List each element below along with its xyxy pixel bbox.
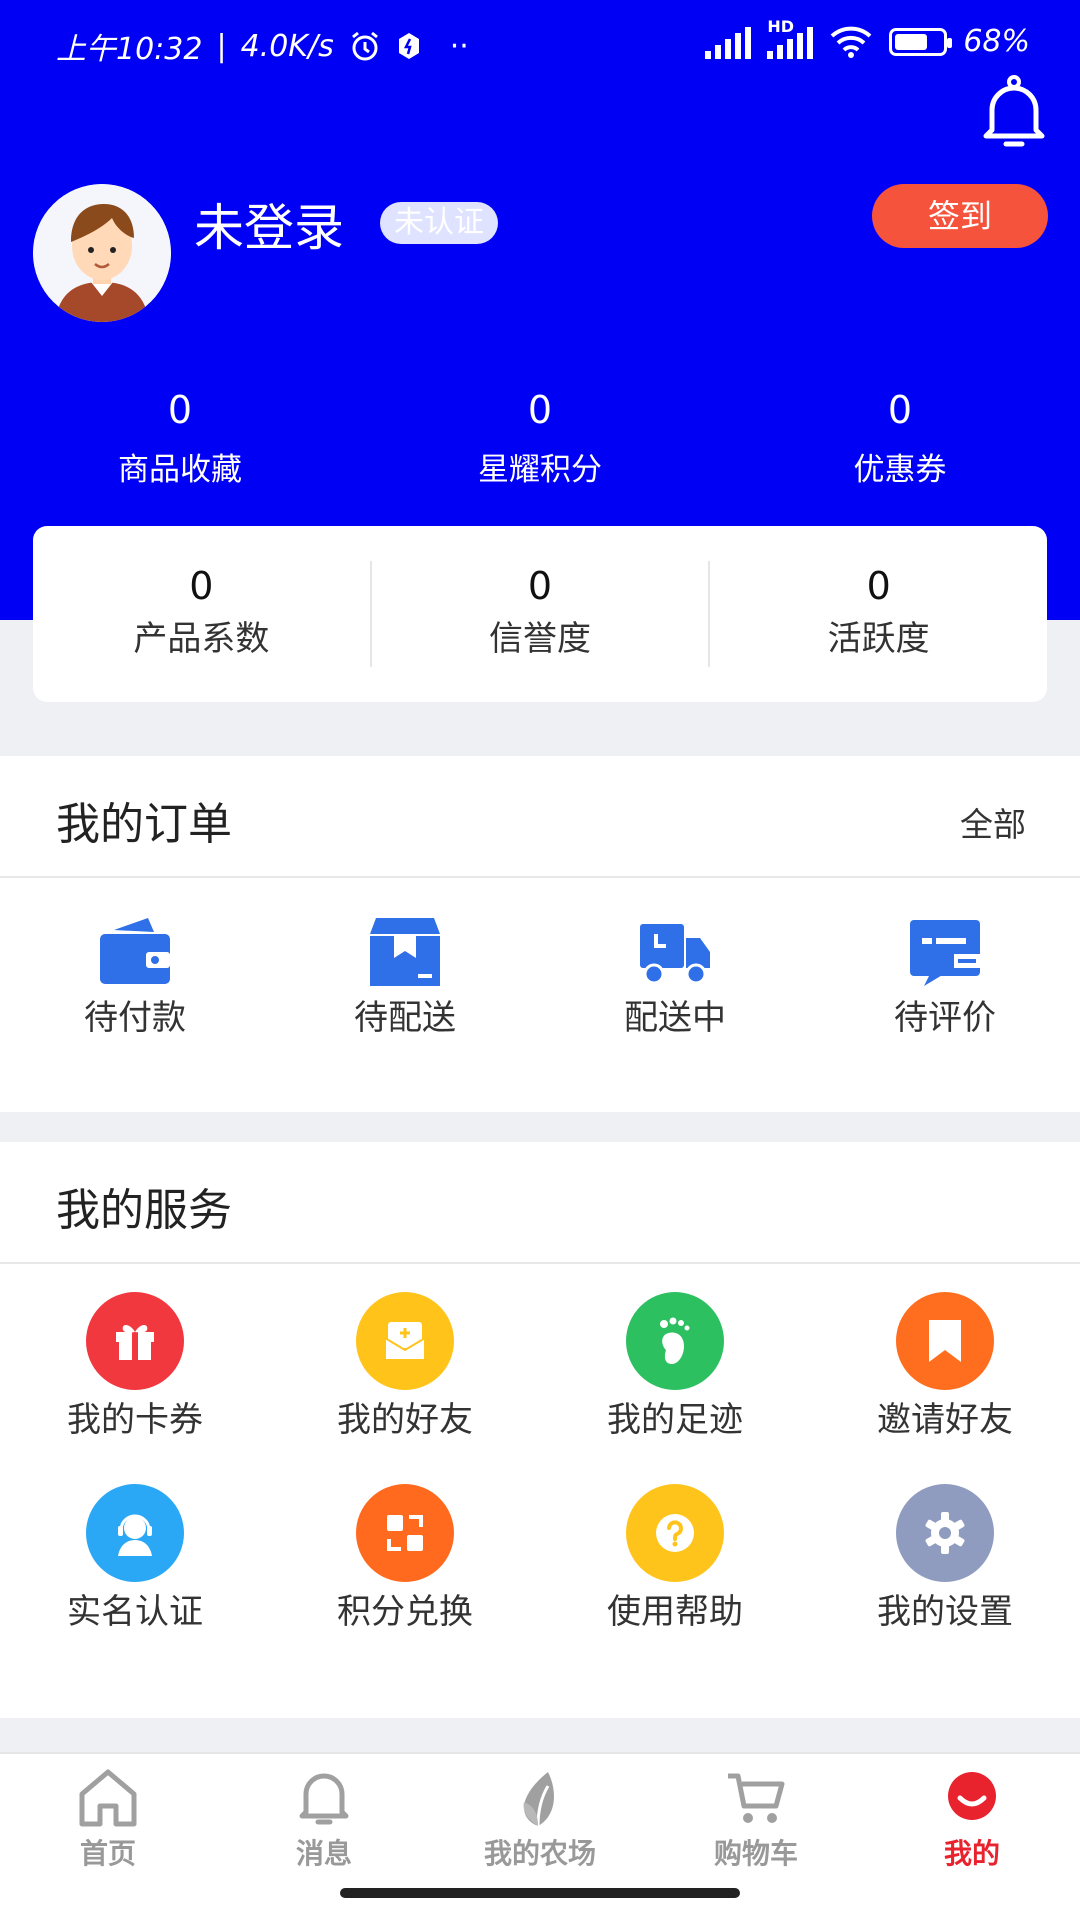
truck-icon (640, 924, 710, 985)
orders-section: 我的订单 全部 待付款 待配送 配送中 待评价 (0, 756, 1080, 1112)
gift-icon (86, 1292, 184, 1390)
service-points-exchange[interactable]: 积分兑换 (270, 1462, 540, 1654)
stat-points[interactable]: 0 星耀积分 (360, 380, 720, 500)
envelope-icon (356, 1292, 454, 1390)
credit-reputation[interactable]: 0 信誉度 (369, 561, 709, 667)
footprint-icon (626, 1292, 724, 1390)
stat-coupons[interactable]: 0 优惠券 (720, 380, 1080, 500)
orders-title: 我的订单 (56, 799, 232, 850)
tab-mine[interactable]: 我的 (864, 1754, 1080, 1920)
credit-card: 0 产品系数 0 信誉度 0 活跃度 (33, 526, 1047, 702)
stat-favorites[interactable]: 0 商品收藏 (0, 380, 360, 500)
sign-in-button[interactable]: 签到 (872, 184, 1048, 248)
gear-icon (896, 1484, 994, 1582)
certification-badge: 未认证 (380, 202, 498, 244)
username[interactable]: 未登录 (194, 188, 344, 260)
wifi-icon (830, 26, 872, 58)
stats-row: 0 商品收藏 0 星耀积分 0 优惠券 (0, 380, 1080, 500)
cart-icon (728, 1773, 785, 1823)
status-bar: 上午10:32 | 4.0K/s ·· HD 68% (56, 16, 1030, 68)
bell-icon (299, 1773, 349, 1825)
service-my-coupons[interactable]: 我的卡券 (0, 1270, 270, 1462)
status-time: 上午10:32 (56, 32, 203, 67)
status-extra: ·· (449, 28, 469, 64)
service-real-name-auth[interactable]: 实名认证 (0, 1462, 270, 1654)
avatar[interactable] (33, 184, 171, 322)
notification-bell-icon[interactable] (980, 74, 1048, 150)
service-help[interactable]: 使用帮助 (540, 1462, 810, 1654)
order-pending-payment[interactable]: 待付款 (0, 878, 270, 1066)
bookmark-icon (896, 1292, 994, 1390)
service-settings[interactable]: 我的设置 (810, 1462, 1080, 1654)
battery-icon (889, 27, 953, 56)
user-headset-icon (86, 1484, 184, 1582)
hd-signal-icon: HD (767, 17, 814, 59)
wallet-icon (100, 918, 170, 984)
home-indicator[interactable] (340, 1888, 740, 1898)
exchange-icon (356, 1484, 454, 1582)
leaf-icon (523, 1772, 554, 1827)
help-icon (626, 1484, 724, 1582)
order-in-delivery[interactable]: 配送中 (540, 878, 810, 1066)
order-pending-delivery[interactable]: 待配送 (270, 878, 540, 1066)
app-notification-icon (398, 33, 419, 59)
package-icon (370, 918, 440, 986)
alarm-icon (351, 31, 378, 61)
service-my-friends[interactable]: 我的好友 (270, 1270, 540, 1462)
service-invite-friends[interactable]: 邀请好友 (810, 1270, 1080, 1462)
tab-home[interactable]: 首页 (0, 1754, 216, 1920)
avatar-illustration-icon (33, 184, 171, 322)
services-title: 我的服务 (56, 1185, 232, 1236)
profile-icon (948, 1772, 996, 1820)
home-icon (79, 1769, 137, 1827)
review-icon (910, 920, 980, 986)
services-section: 我的服务 我的卡券 我的好友 我的足迹 邀请好友 实名认证 积分兑换 使用帮助 … (0, 1142, 1080, 1718)
credit-activity[interactable]: 0 活跃度 (708, 561, 1047, 667)
battery-level: 68% (963, 24, 1030, 59)
order-pending-review[interactable]: 待评价 (810, 878, 1080, 1066)
credit-product-coefficient[interactable]: 0 产品系数 (33, 561, 370, 667)
service-my-footprints[interactable]: 我的足迹 (540, 1270, 810, 1462)
status-net-speed: 4.0K/s (240, 28, 334, 64)
signal-icon (705, 25, 752, 59)
orders-all-link[interactable]: 全部 (960, 798, 1026, 846)
